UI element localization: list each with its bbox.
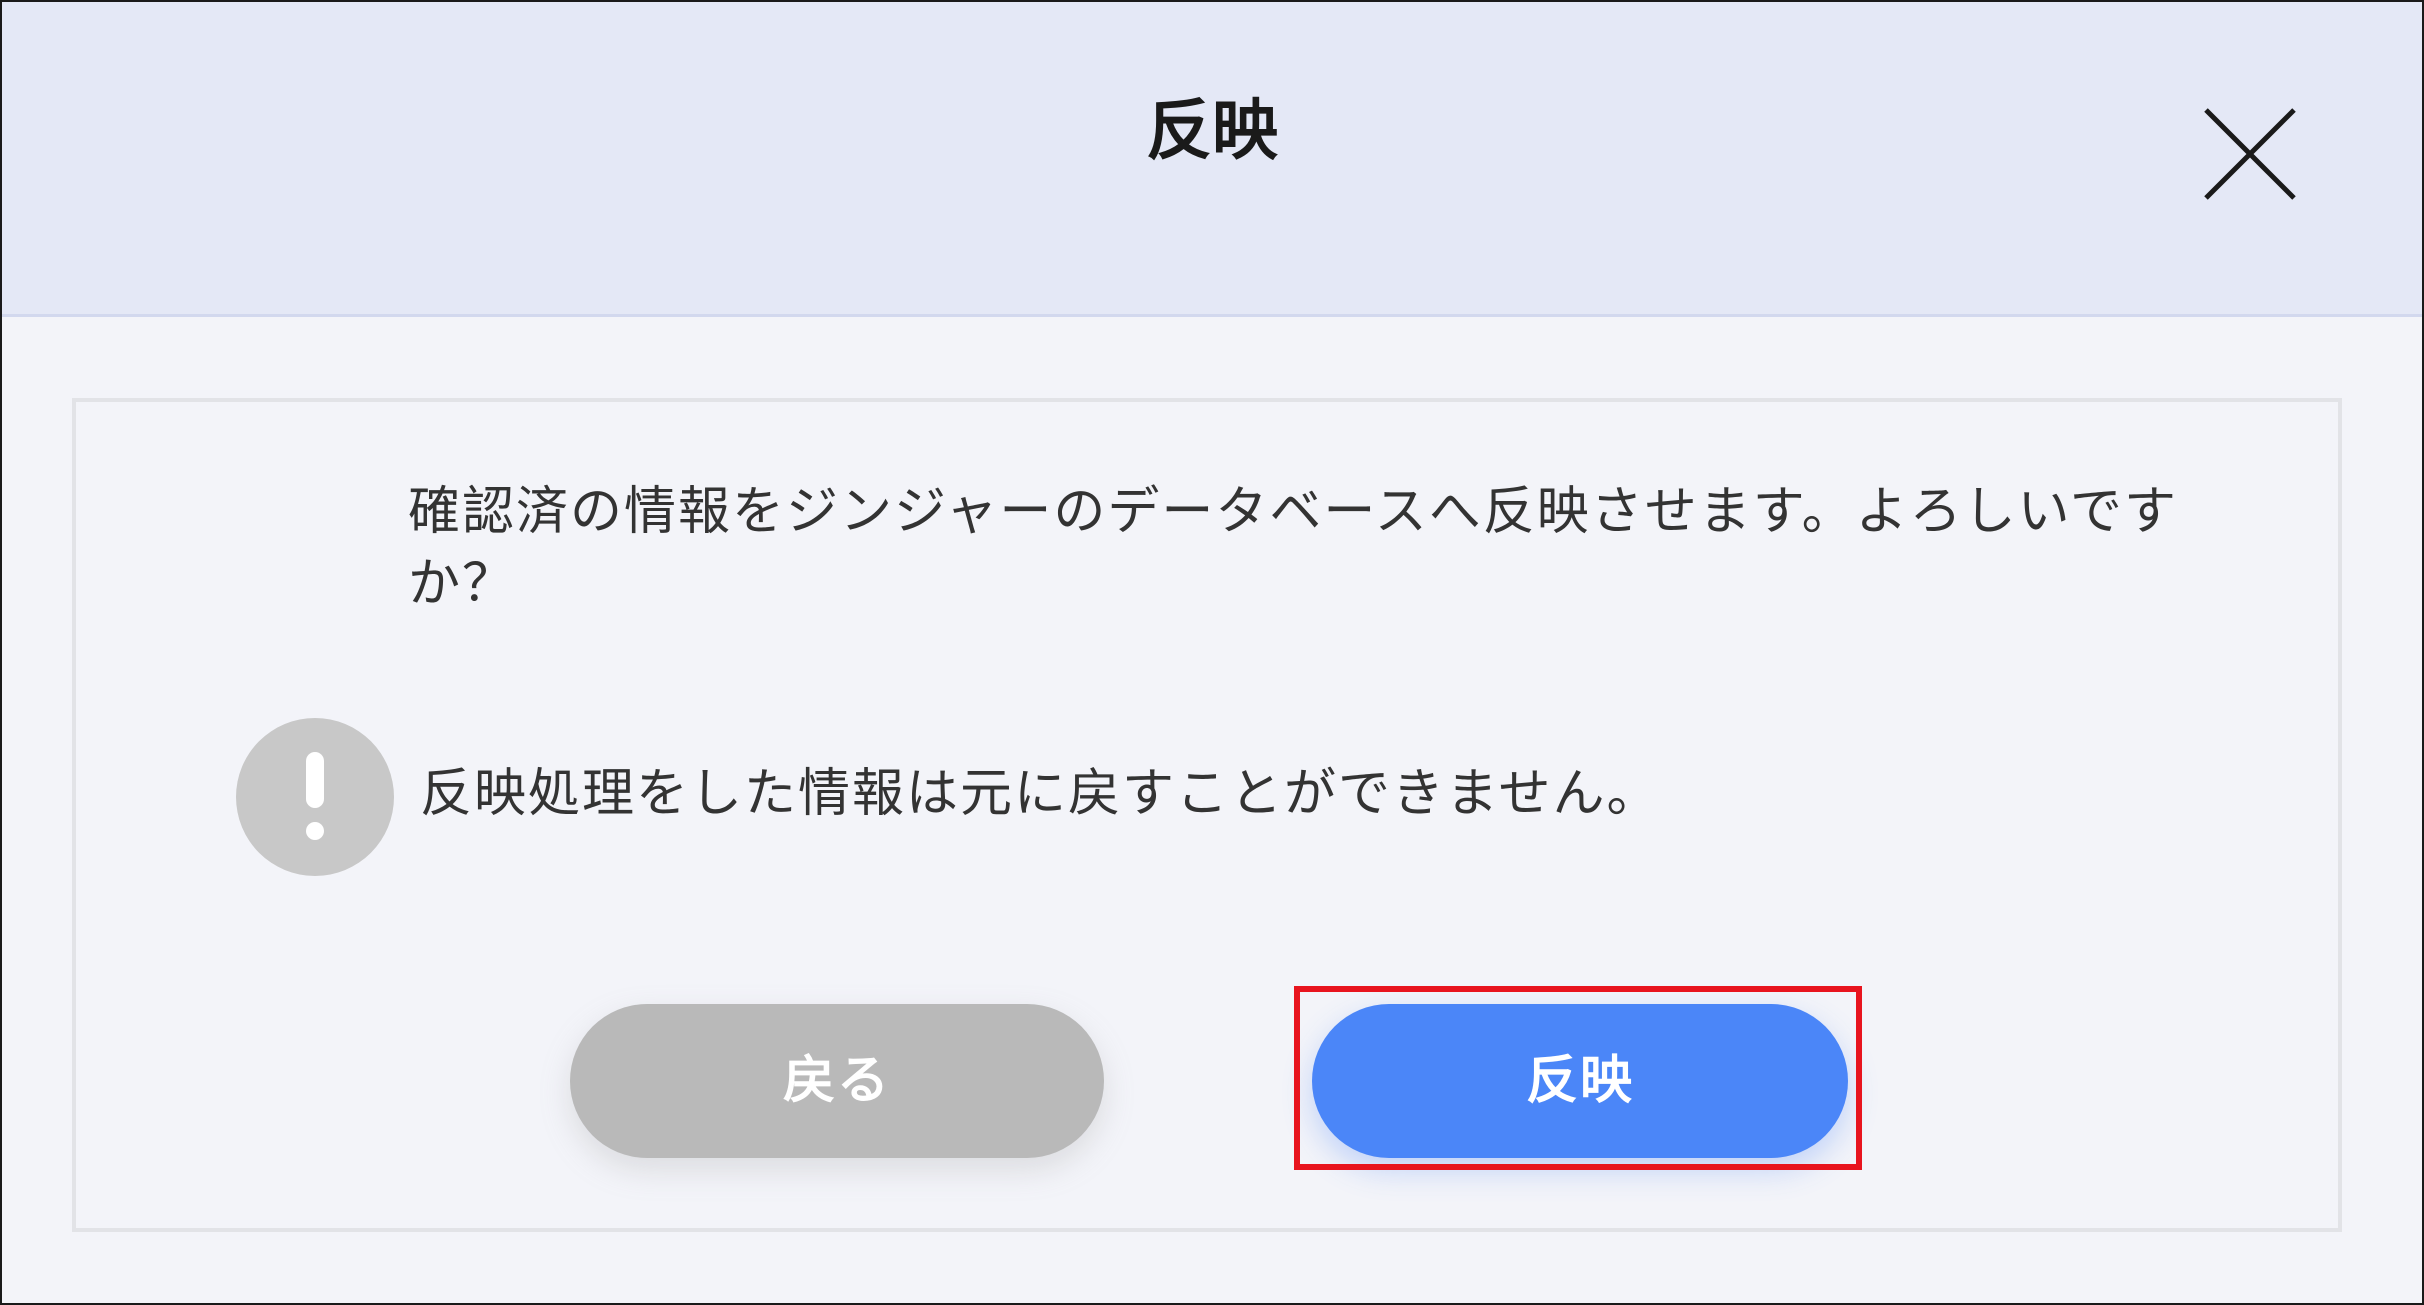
reflect-dialog: 反映 確認済の情報をジンジャーのデータベースへ反映させます。よろしいですか？ 反… <box>0 0 2424 1305</box>
warning-text: 反映処理をした情報は元に戻すことができません。 <box>420 764 1661 824</box>
dialog-title: 反映 <box>1146 92 1278 169</box>
apply-button[interactable]: 反映 <box>1312 1004 1848 1158</box>
close-button[interactable] <box>2202 106 2298 202</box>
exclamation-circle-icon <box>236 718 394 876</box>
close-icon <box>2204 108 2296 200</box>
back-button[interactable]: 戻る <box>570 1004 1104 1158</box>
dialog-header: 反映 <box>2 2 2422 317</box>
confirmation-message: 確認済の情報をジンジャーのデータベースへ反映させます。よろしいですか？ <box>408 482 2179 614</box>
